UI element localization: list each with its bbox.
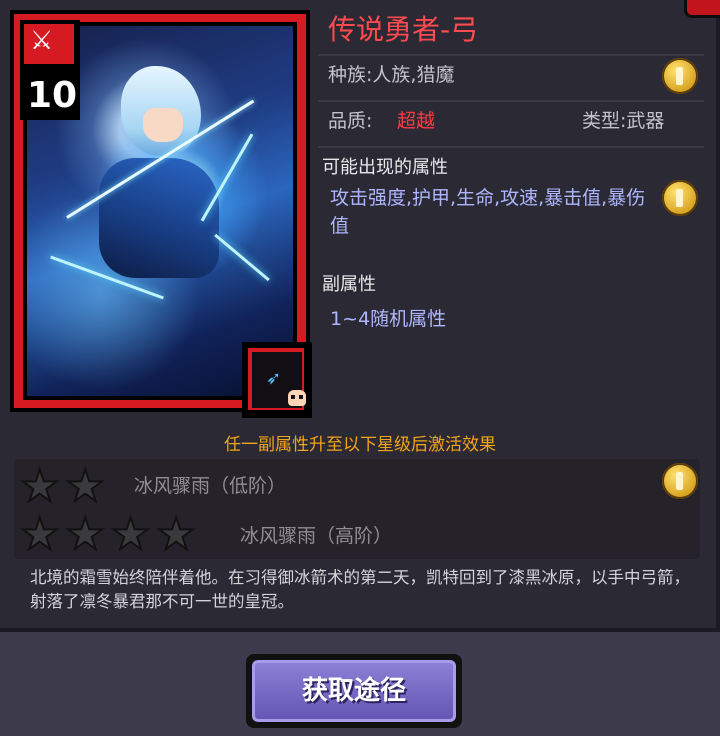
race-label: 种族:人族,猎魔 [328,64,455,86]
star-row-low: ★ ★ [19,461,106,512]
lore-text: 北境的霜雪始终陪伴着他。在习得御冰箭术的第二天，凯特回到了漆黑冰原，以手中弓箭，… [30,568,690,611]
star-icon: ★ [155,509,196,560]
coin-icon[interactable] [662,463,698,499]
star-icon: ★ [19,461,60,512]
quality-label: 品质: [328,110,373,132]
star-icon: ★ [64,461,105,512]
coin-icon[interactable] [662,58,698,94]
skill-tier-low: 冰风骤雨（低阶） [134,475,287,497]
star-tier-box: ★ ★ 冰风骤雨（低阶） ★ ★ ★ ★ 冰风骤雨（高阶） [14,459,700,559]
quality-value: 超越 [397,110,436,132]
close-corner-button[interactable] [684,0,720,18]
star-icon: ★ [19,509,60,560]
item-name: 传说勇者-弓 [328,13,479,46]
sword-icon: ⚔ [30,26,54,56]
sub-attribute-header: 副属性 [322,274,376,295]
divider [318,54,704,56]
type-label: 类型:武器 [582,110,665,132]
hero-face [143,108,183,142]
possible-attributes-header: 可能出现的属性 [322,157,448,178]
divider [318,146,704,148]
item-detail-panel: ⚔ 10 ➶ 传说勇者-弓 种族:人族,猎魔 品质: 超越 类型:武器 可能出现… [0,0,720,632]
item-card: ⚔ 10 ➶ [10,10,312,418]
star-row-high: ★ ★ ★ ★ [19,509,197,560]
sub-attribute-value: 1~4随机属性 [330,308,447,330]
star-icon: ★ [110,509,151,560]
star-icon: ★ [64,509,105,560]
skill-tier-high: 冰风骤雨（高阶） [240,525,393,547]
level-number: 10 [26,75,78,116]
skull-icon [288,390,306,406]
coin-icon[interactable] [662,180,698,216]
obtain-source-button[interactable]: 获取途径 [246,654,462,728]
lightning-bolt [214,233,270,282]
activation-header: 任一副属性升至以下星级后激活效果 [224,435,496,455]
divider [318,100,704,102]
level-badge: ⚔ 10 [20,20,80,120]
possible-attributes-list: 攻击强度,护甲,生命,攻速,暴击值,暴伤值 [330,187,646,237]
bow-icon: ➶ [266,368,282,389]
obtain-source-label[interactable]: 获取途径 [252,660,456,722]
faction-badge: ➶ [242,342,312,418]
